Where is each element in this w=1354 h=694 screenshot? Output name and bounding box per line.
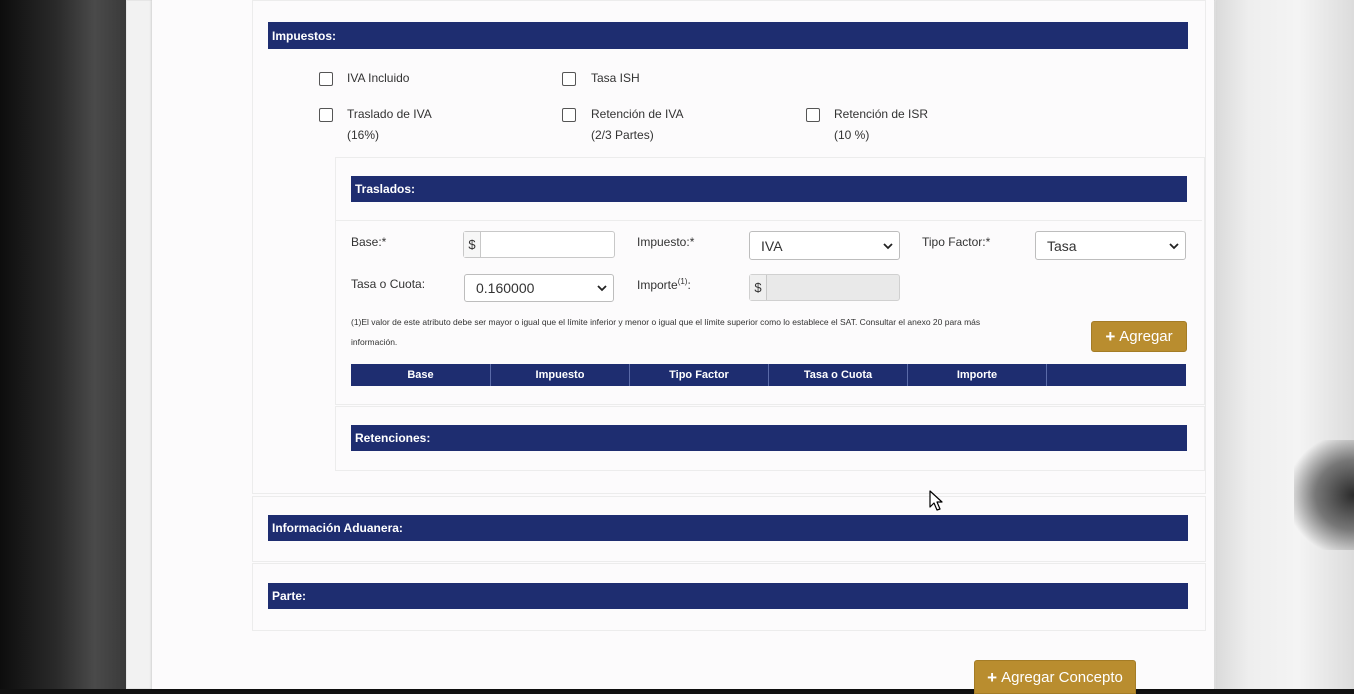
retencion-isr-label: Retención de ISR [834, 107, 929, 121]
base-input[interactable]: $ [463, 231, 615, 258]
agregar-button[interactable]: + Agregar [1091, 321, 1187, 352]
tasa-cuota-select[interactable]: 0.160000 [464, 274, 614, 302]
importe-label-colon: : [687, 278, 691, 292]
retencion-isr-checkbox[interactable] [806, 108, 820, 122]
background-left [0, 0, 126, 689]
parte-header: Parte: [268, 583, 1188, 609]
impuesto-select[interactable]: IVA [749, 231, 900, 260]
traslado-iva-sub: (16%) [347, 128, 380, 142]
agregar-concepto-label: Agregar Concepto [1001, 668, 1123, 686]
traslado-iva-checkbox[interactable] [319, 108, 333, 122]
background-smudge [1294, 440, 1354, 550]
importe-currency-addon: $ [750, 275, 767, 300]
tasa-cuota-label: Tasa o Cuota: [351, 277, 426, 291]
mouse-pointer-icon [929, 490, 943, 511]
base-label: Base:* [351, 235, 387, 249]
agregar-button-label: Agregar [1119, 328, 1173, 345]
table-header-actions [1047, 364, 1186, 386]
table-header-impuesto: Impuesto [491, 364, 630, 386]
traslado-iva-label: Traslado de IVA [347, 107, 432, 121]
iva-incluido-label: IVA Incluido [347, 71, 410, 85]
plus-icon: + [987, 667, 998, 687]
aduanera-header: Información Aduanera: [268, 515, 1188, 541]
table-header-tipo-factor: Tipo Factor [630, 364, 769, 386]
tipo-factor-select[interactable]: Tasa [1035, 231, 1186, 260]
retenciones-header: Retenciones: [351, 425, 1187, 451]
base-currency-addon: $ [464, 232, 481, 257]
importe-input: $ [749, 274, 900, 301]
chevron-down-icon [1169, 242, 1179, 249]
retencion-isr-sub: (10 %) [834, 128, 870, 142]
tasa-cuota-select-value: 0.160000 [476, 280, 535, 296]
plus-icon: + [1105, 327, 1116, 346]
traslados-header: Traslados: [351, 176, 1187, 202]
footnote-text: (1)El valor de este atributo debe ser ma… [351, 312, 1071, 352]
impuesto-label: Impuesto:* [637, 235, 695, 249]
tasa-ish-checkbox[interactable] [562, 72, 576, 86]
retencion-iva-sub: (2/3 Partes) [591, 128, 654, 142]
footnote-line-2: información. [351, 337, 398, 347]
impuestos-header: Impuestos: [268, 22, 1188, 49]
table-header-tasa-cuota: Tasa o Cuota [769, 364, 908, 386]
table-header-importe: Importe [908, 364, 1047, 386]
traslados-divider [336, 220, 1202, 221]
importe-label-text: Importe [637, 278, 678, 292]
retencion-iva-checkbox[interactable] [562, 108, 576, 122]
tipo-factor-select-value: Tasa [1047, 237, 1077, 254]
importe-footnote-marker: (1) [677, 277, 688, 286]
iva-incluido-checkbox[interactable] [319, 72, 333, 86]
table-header-base: Base [351, 364, 491, 386]
tipo-factor-label: Tipo Factor:* [922, 235, 991, 249]
traslados-table-header: Base Impuesto Tipo Factor Tasa o Cuota I… [351, 364, 1186, 386]
importe-label: Importe(1): [637, 277, 691, 292]
background-right [1214, 0, 1354, 689]
tasa-ish-label: Tasa ISH [591, 71, 640, 85]
impuesto-select-value: IVA [761, 237, 783, 254]
footnote-line-1: (1)El valor de este atributo debe ser ma… [351, 317, 981, 327]
retencion-iva-label: Retención de IVA [591, 107, 684, 121]
chevron-down-icon [883, 242, 893, 249]
chevron-down-icon [597, 285, 607, 292]
